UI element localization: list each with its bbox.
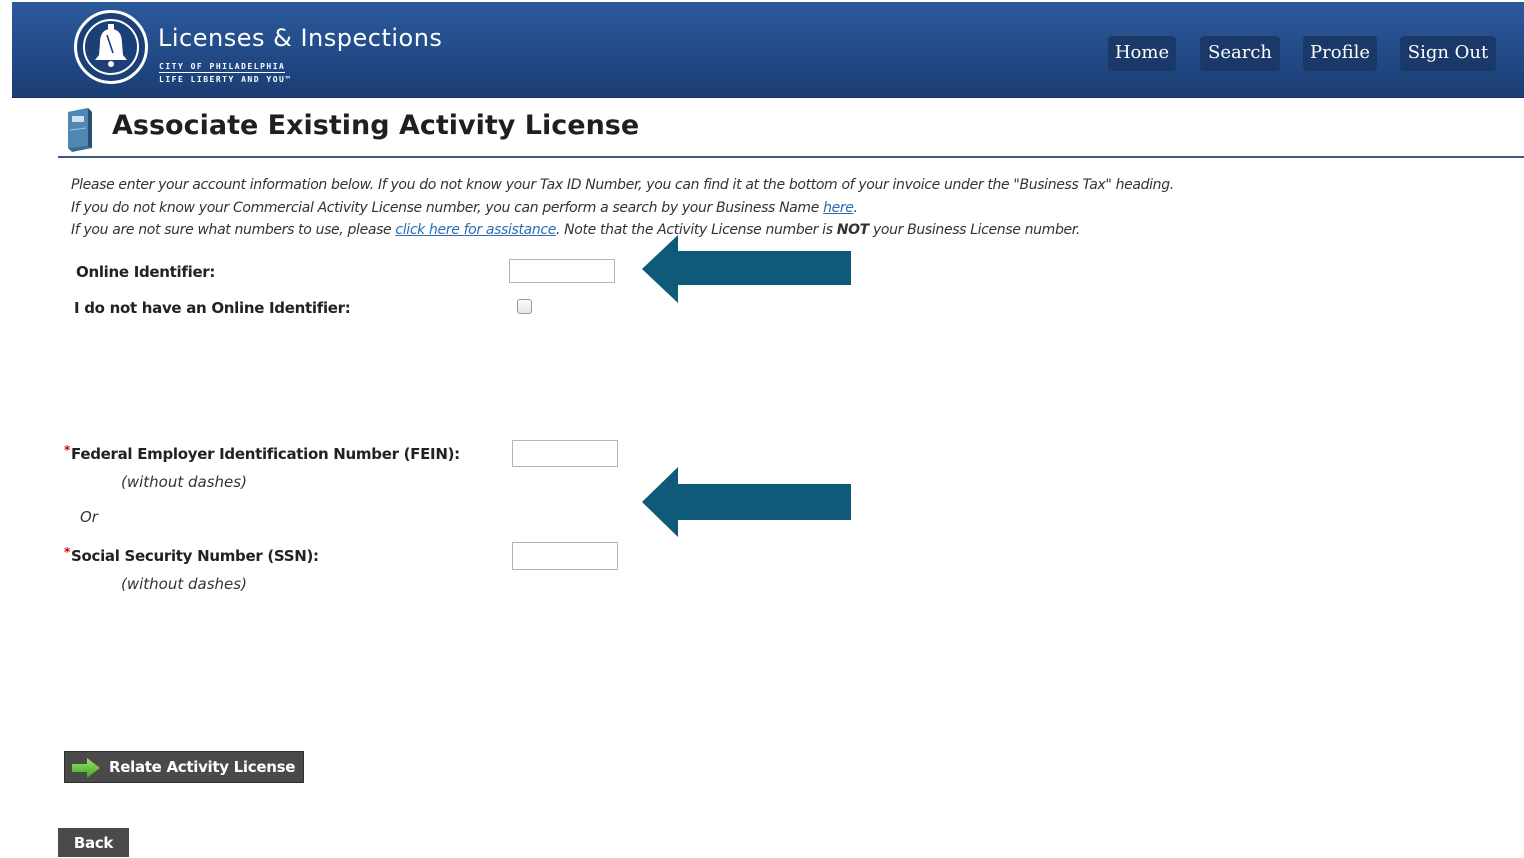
back-button[interactable]: Back (58, 828, 129, 857)
online-identifier-input[interactable] (509, 259, 615, 283)
instructions-line-1: Please enter your account information be… (71, 177, 1174, 193)
logo-subtitle-slogan: LIFE LIBERTY AND YOU™ (159, 75, 292, 84)
ssn-input[interactable] (512, 542, 618, 570)
liberty-bell-logo-icon (74, 10, 148, 84)
relate-activity-license-button[interactable]: Relate Activity License (64, 751, 304, 783)
nav-sign-out-button[interactable]: Sign Out (1400, 35, 1496, 71)
fein-hint: (without dashes) (121, 473, 247, 491)
fein-label-text: Federal Employer Identification Number (… (70, 445, 460, 463)
title-divider (58, 156, 1524, 158)
annotation-arrow-left-icon (642, 235, 851, 303)
instructions-text: your Business License number. (868, 222, 1080, 238)
nav-home-button[interactable]: Home (1108, 35, 1176, 71)
page-title: Associate Existing Activity License (112, 110, 640, 141)
nav-search-button[interactable]: Search (1200, 35, 1280, 71)
logo-subtitle-city: CITY OF PHILADELPHIA (159, 62, 286, 73)
required-asterisk: * (64, 545, 70, 559)
logo-title: Licenses & Inspections (158, 24, 443, 52)
ssn-hint: (without dashes) (121, 575, 247, 593)
fein-label: *Federal Employer Identification Number … (64, 443, 460, 463)
ssn-label-text: Social Security Number (SSN): (70, 547, 319, 565)
instructions-text: If you are not sure what numbers to use,… (71, 222, 396, 238)
nav-profile-button[interactable]: Profile (1303, 35, 1377, 71)
top-banner: Licenses & Inspections CITY OF PHILADELP… (12, 2, 1524, 98)
online-identifier-label: Online Identifier: (76, 263, 216, 281)
green-arrow-right-icon (72, 758, 100, 778)
business-name-search-link[interactable]: here (823, 200, 854, 216)
assistance-link[interactable]: click here for assistance (395, 222, 556, 238)
instructions-line-3: If you are not sure what numbers to use,… (71, 222, 1080, 238)
ssn-label: *Social Security Number (SSN): (64, 545, 319, 565)
instructions-text: . (853, 200, 858, 216)
relate-button-label: Relate Activity License (109, 758, 296, 776)
annotation-arrow-left-icon (642, 467, 851, 537)
instructions-text: If you do not know your Commercial Activ… (71, 200, 824, 216)
no-online-identifier-checkbox[interactable] (517, 299, 532, 314)
required-asterisk: * (64, 443, 70, 457)
fein-input[interactable] (512, 440, 618, 467)
no-online-identifier-label: I do not have an Online Identifier: (74, 299, 351, 317)
or-text: Or (80, 508, 98, 526)
binder-icon (68, 108, 92, 152)
instructions-line-2: If you do not know your Commercial Activ… (71, 200, 858, 216)
